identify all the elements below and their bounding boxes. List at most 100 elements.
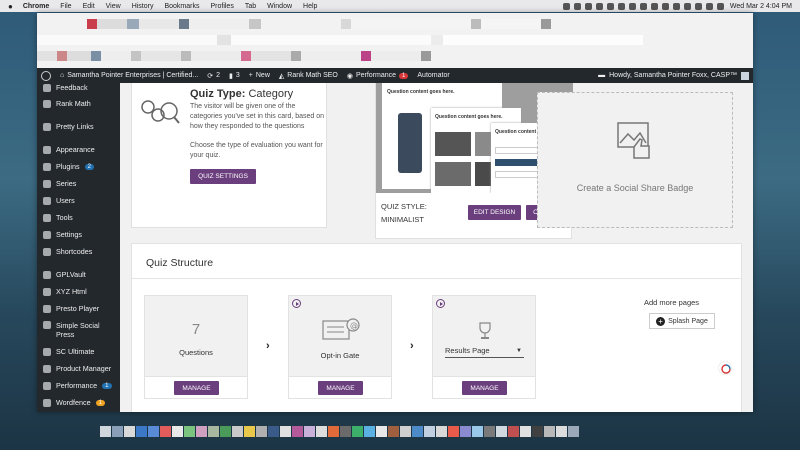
manage-results-button[interactable]: MANAGE xyxy=(462,381,507,395)
dock-app-icon[interactable] xyxy=(196,426,207,437)
dock-app-icon[interactable] xyxy=(496,426,507,437)
dock-app-icon[interactable] xyxy=(244,426,255,437)
dock-app-icon[interactable] xyxy=(388,426,399,437)
admin-site-name[interactable]: ⌂ Samantha Pointer Enterprises | Certifi… xyxy=(60,72,198,79)
search-icon[interactable] xyxy=(705,2,713,10)
dock-app-icon[interactable] xyxy=(148,426,159,437)
dock-app-icon[interactable] xyxy=(280,426,291,437)
dock-app-icon[interactable] xyxy=(436,426,447,437)
sidebar-item-simple-social-press[interactable]: Simple Social Press xyxy=(43,321,119,339)
results-page-select[interactable]: Results Page ▼ xyxy=(445,346,524,358)
tray-icon[interactable] xyxy=(683,2,691,10)
dock-app-icon[interactable] xyxy=(364,426,375,437)
menu-app[interactable]: Chrome xyxy=(23,3,49,10)
dock-app-icon[interactable] xyxy=(112,426,123,437)
menu-help[interactable]: Help xyxy=(303,3,317,10)
admin-comments[interactable]: ▮ 3 xyxy=(229,72,240,80)
sidebar-item-plugins[interactable]: Plugins 2 xyxy=(43,162,119,171)
menu-history[interactable]: History xyxy=(132,3,154,10)
dock-app-icon[interactable] xyxy=(172,426,183,437)
menu-window[interactable]: Window xyxy=(267,3,292,10)
admin-rank-math[interactable]: ◭ Rank Math SEO xyxy=(279,72,338,80)
menu-tab[interactable]: Tab xyxy=(245,3,256,10)
play-icon[interactable] xyxy=(292,299,301,308)
menu-view[interactable]: View xyxy=(106,3,121,10)
dock-app-icon[interactable] xyxy=(424,426,435,437)
tray-icon[interactable] xyxy=(661,2,669,10)
sidebar-item-presto-player[interactable]: Presto Player xyxy=(43,304,119,313)
sidebar-item-appearance[interactable]: Appearance xyxy=(43,145,119,154)
dock-app-icon[interactable] xyxy=(208,426,219,437)
clock[interactable]: Wed Mar 2 4:04 PM xyxy=(730,3,792,10)
add-splash-page-button[interactable]: + Splash Page xyxy=(649,313,715,329)
admin-automator[interactable]: Automator xyxy=(417,72,449,79)
dock-app-icon[interactable] xyxy=(220,426,231,437)
dock-app-icon[interactable] xyxy=(304,426,315,437)
dock-app-icon[interactable] xyxy=(292,426,303,437)
sidebar-item-performance[interactable]: Performance 1 xyxy=(43,381,119,390)
tray-icon[interactable] xyxy=(639,2,647,10)
wordpress-logo-icon[interactable] xyxy=(41,70,51,81)
sidebar-item-users[interactable]: Users xyxy=(43,196,119,205)
sidebar-item-tools[interactable]: Tools xyxy=(43,213,119,222)
dock-app-icon[interactable] xyxy=(484,426,495,437)
dock-app-icon[interactable] xyxy=(316,426,327,437)
admin-new[interactable]: + New xyxy=(249,72,270,79)
questions-card[interactable]: 7 Questions MANAGE xyxy=(144,295,248,399)
admin-updates[interactable]: ⟳ 2 xyxy=(207,72,220,80)
play-icon[interactable] xyxy=(436,299,445,308)
menu-profiles[interactable]: Profiles xyxy=(210,3,233,10)
manage-questions-button[interactable]: MANAGE xyxy=(174,381,219,395)
sidebar-item-wordfence[interactable]: Wordfence 1 xyxy=(43,398,119,407)
dock-app-icon[interactable] xyxy=(520,426,531,437)
edit-design-button[interactable]: EDIT DESIGN xyxy=(468,205,521,220)
admin-performance[interactable]: ◉ Performance 1 xyxy=(347,72,409,80)
manage-optin-button[interactable]: MANAGE xyxy=(318,381,363,395)
assistant-fab[interactable] xyxy=(718,361,732,375)
sidebar-item-series[interactable]: Series xyxy=(43,179,119,188)
sidebar-item-pretty-links[interactable]: Pretty Links xyxy=(43,122,119,131)
sidebar-item-sc-ultimate[interactable]: SC Ultimate xyxy=(43,347,119,356)
dock-app-icon[interactable] xyxy=(376,426,387,437)
dock-app-icon[interactable] xyxy=(460,426,471,437)
tray-icon[interactable] xyxy=(573,2,581,10)
tray-icon[interactable] xyxy=(595,2,603,10)
dock-app-icon[interactable] xyxy=(532,426,543,437)
tray-icon[interactable] xyxy=(650,2,658,10)
menu-bookmarks[interactable]: Bookmarks xyxy=(164,3,199,10)
dock-app-icon[interactable] xyxy=(352,426,363,437)
dock-app-icon[interactable] xyxy=(124,426,135,437)
menu-edit[interactable]: Edit xyxy=(83,3,95,10)
dock-app-icon[interactable] xyxy=(232,426,243,437)
dock-app-icon[interactable] xyxy=(448,426,459,437)
dock-app-icon[interactable] xyxy=(328,426,339,437)
admin-account[interactable]: ▬ Howdy, Samantha Pointer Foxx, CASP™ xyxy=(598,71,749,80)
sidebar-item-gplvault[interactable]: GPLVault xyxy=(43,270,119,279)
tray-icon[interactable] xyxy=(606,2,614,10)
dock-app-icon[interactable] xyxy=(340,426,351,437)
tray-icon[interactable] xyxy=(584,2,592,10)
control-center-icon[interactable] xyxy=(716,2,724,10)
menu-file[interactable]: File xyxy=(60,3,71,10)
sidebar-item-settings[interactable]: Settings xyxy=(43,230,119,239)
dock-app-icon[interactable] xyxy=(184,426,195,437)
apple-icon[interactable]: ● xyxy=(8,2,13,11)
wifi-icon[interactable] xyxy=(694,2,702,10)
tray-icon[interactable] xyxy=(672,2,680,10)
dock-app-icon[interactable] xyxy=(544,426,555,437)
dock-app-icon[interactable] xyxy=(412,426,423,437)
sidebar-item-rank-math[interactable]: Rank Math xyxy=(43,99,119,108)
tray-icon[interactable] xyxy=(617,2,625,10)
dock-app-icon[interactable] xyxy=(160,426,171,437)
dock-app-icon[interactable] xyxy=(136,426,147,437)
dock-app-icon[interactable] xyxy=(100,426,111,437)
results-page-card[interactable]: Results Page ▼ MANAGE xyxy=(432,295,536,399)
tray-icon[interactable] xyxy=(562,2,570,10)
dock-app-icon[interactable] xyxy=(472,426,483,437)
sidebar-item-product-manager[interactable]: Product Manager xyxy=(43,364,119,373)
dock-app-icon[interactable] xyxy=(556,426,567,437)
dock-app-icon[interactable] xyxy=(568,426,579,437)
sidebar-item-shortcodes[interactable]: Shortcodes xyxy=(43,247,119,256)
sidebar-item-feedback[interactable]: Feedback xyxy=(43,83,119,92)
sidebar-item-xyz-html[interactable]: XYZ Html xyxy=(43,287,119,296)
